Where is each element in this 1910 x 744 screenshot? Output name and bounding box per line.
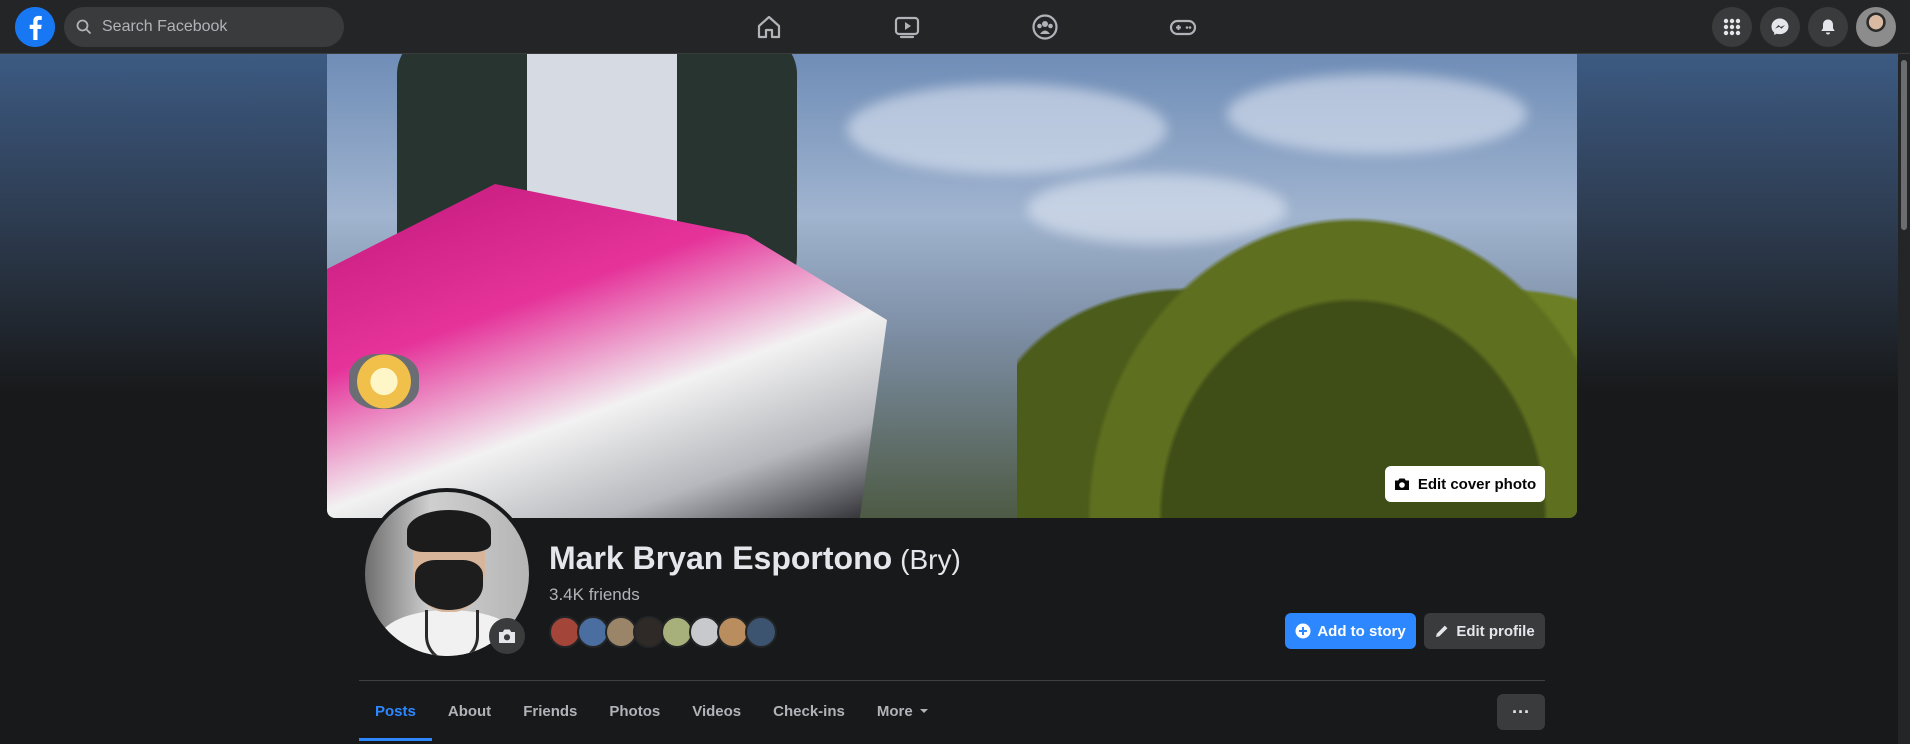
home-icon	[757, 15, 781, 39]
main-nav-tabs	[700, 0, 1252, 54]
tab-label: More	[876, 702, 913, 720]
plus-circle-icon	[1295, 623, 1311, 639]
messenger-button[interactable]	[1760, 7, 1800, 47]
account-avatar[interactable]	[1856, 7, 1896, 47]
notifications-icon	[1821, 19, 1835, 35]
cover-photo[interactable]	[327, 54, 1577, 518]
profile-tabs: Posts About Friends Photos Videos Check-…	[359, 681, 945, 741]
tab-label: Friends	[523, 702, 578, 720]
search-input[interactable]	[100, 17, 324, 37]
nav-watch[interactable]	[838, 0, 976, 54]
menu-grid-icon	[1723, 18, 1741, 36]
top-navigation-bar	[0, 0, 1910, 54]
tab-more[interactable]: More	[861, 681, 945, 741]
scooter	[327, 184, 887, 518]
search-icon	[76, 19, 92, 35]
caret-down-icon	[919, 709, 928, 713]
tab-photos[interactable]: Photos	[593, 681, 676, 741]
camera-icon	[499, 629, 515, 643]
update-profile-picture-button[interactable]	[489, 618, 525, 654]
tab-about[interactable]: About	[432, 681, 507, 741]
page-scrollbar[interactable]	[1898, 54, 1910, 744]
nav-groups[interactable]	[976, 0, 1114, 54]
tab-friends[interactable]: Friends	[507, 681, 593, 741]
tab-videos[interactable]: Videos	[676, 681, 757, 741]
profile-name-row: Mark Bryan Esportono (Bry)	[549, 540, 961, 577]
tab-check-ins[interactable]: Check-ins	[757, 681, 861, 741]
edit-cover-photo-button[interactable]: Edit cover photo	[1385, 466, 1545, 502]
tab-label: Photos	[609, 702, 661, 720]
account-controls	[1712, 7, 1896, 47]
profile-name: Mark Bryan Esportono	[549, 540, 893, 576]
menu-button[interactable]	[1712, 7, 1752, 47]
edit-profile-label: Edit profile	[1456, 622, 1535, 640]
edit-cover-photo-label: Edit cover photo	[1417, 475, 1537, 493]
facebook-f-icon	[15, 7, 55, 47]
tab-label: Check-ins	[773, 702, 845, 720]
tab-posts[interactable]: Posts	[359, 681, 432, 741]
watch-icon	[894, 16, 920, 39]
profile-lanyard	[425, 610, 479, 656]
tab-label: Videos	[692, 702, 742, 720]
nav-gaming[interactable]	[1114, 0, 1252, 54]
grass-foliage	[1017, 138, 1577, 518]
search-box[interactable]	[64, 7, 344, 47]
profile-face-mask	[415, 560, 483, 610]
camera-icon	[1394, 478, 1409, 490]
messenger-icon	[1771, 18, 1789, 35]
add-to-story-label: Add to story	[1317, 622, 1406, 640]
tab-label: About	[447, 702, 492, 720]
friends-count[interactable]: 3.4K friends	[549, 585, 640, 605]
add-to-story-button[interactable]: Add to story	[1285, 613, 1416, 649]
pencil-icon	[1436, 625, 1448, 637]
scooter-headlight	[349, 354, 419, 409]
groups-icon	[1032, 14, 1058, 40]
profile-nickname: (Bry)	[900, 544, 961, 575]
gaming-icon	[1169, 19, 1197, 36]
nav-home[interactable]	[700, 0, 838, 54]
tab-label: Posts	[375, 702, 416, 720]
friend-thumbnail[interactable]	[745, 616, 777, 648]
profile-options-button[interactable]: ···	[1497, 694, 1545, 730]
notifications-button[interactable]	[1808, 7, 1848, 47]
scrollbar-thumb[interactable]	[1901, 60, 1907, 230]
edit-profile-button[interactable]: Edit profile	[1424, 613, 1545, 649]
friend-thumbnails	[549, 616, 777, 648]
ellipsis-icon: ···	[1512, 701, 1530, 722]
profile-hair	[407, 510, 491, 552]
facebook-logo[interactable]	[15, 7, 55, 47]
